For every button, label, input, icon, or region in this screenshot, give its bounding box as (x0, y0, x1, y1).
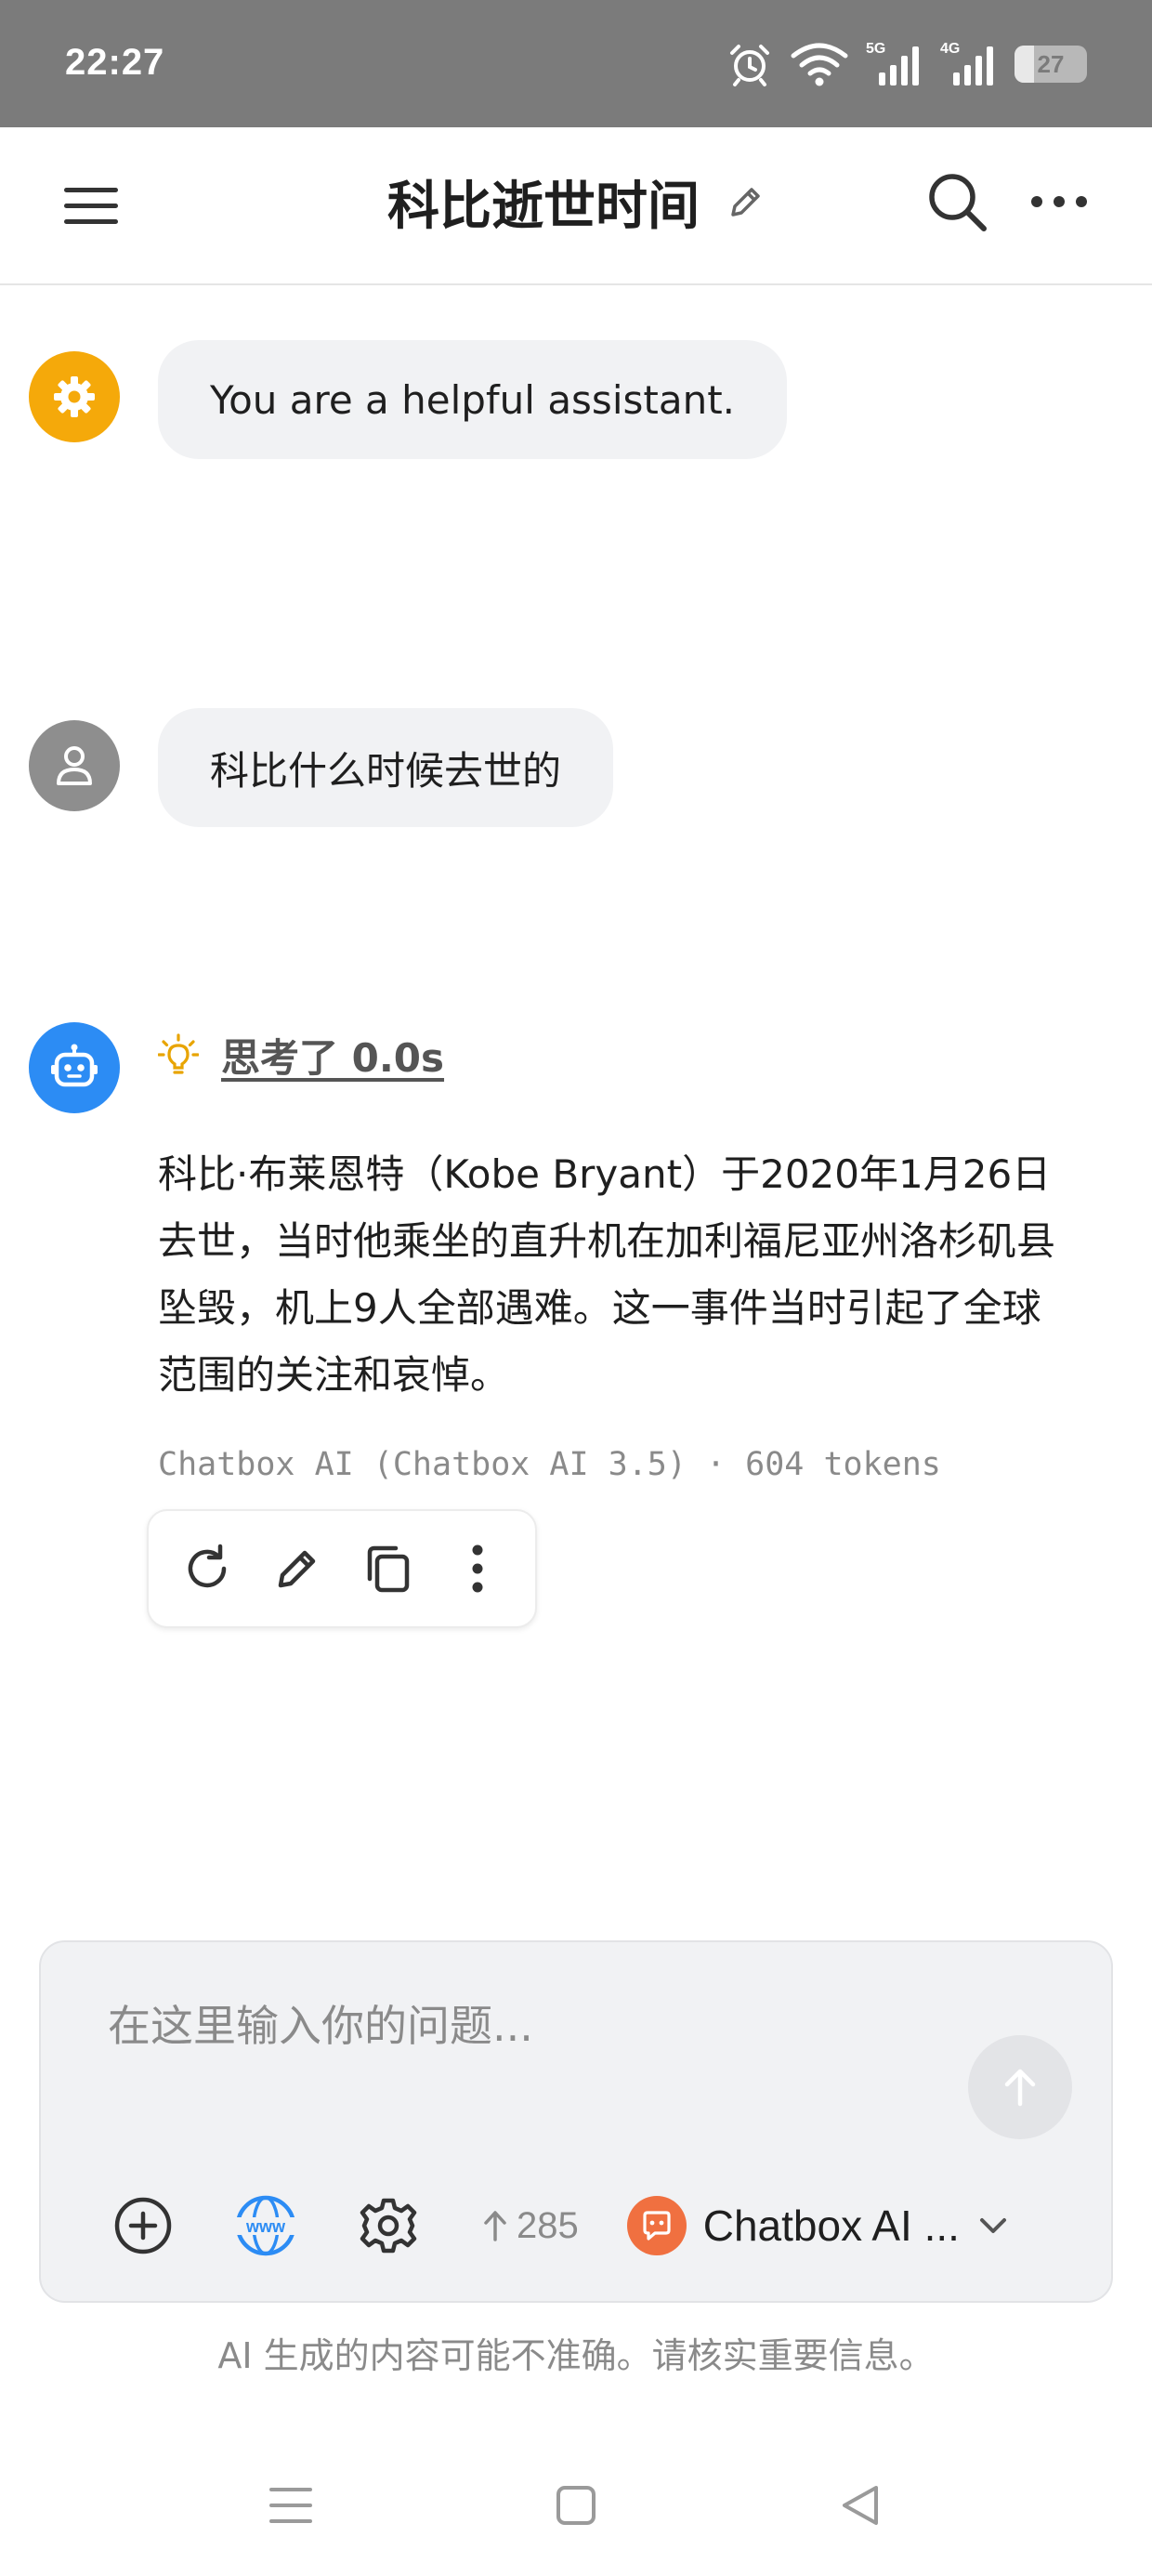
app-bar: 科比逝世时间 (0, 127, 1152, 285)
search-icon (929, 174, 987, 231)
battery-indicator: 27 (1015, 46, 1087, 83)
battery-fill (1015, 46, 1035, 83)
edit-message-button[interactable] (260, 1531, 334, 1606)
arrow-up-icon (1004, 2069, 1036, 2107)
thinking-toggle[interactable]: 思考了 0.0s (158, 1027, 444, 1084)
globe-www-icon: www (234, 2195, 297, 2256)
back-button[interactable] (823, 2468, 897, 2543)
svg-text:www: www (245, 2217, 286, 2236)
chevron-down-icon (979, 2218, 1006, 2233)
token-count: 285 (481, 2205, 579, 2247)
gear-icon (360, 2198, 417, 2254)
battery-level: 27 (1037, 49, 1065, 78)
copy-icon (367, 1545, 409, 1593)
home-icon (556, 2486, 596, 2525)
user-message-bubble: 科比什么时候去世的 (158, 708, 614, 827)
home-button[interactable] (539, 2468, 613, 2543)
wifi-icon (790, 41, 849, 87)
disclaimer: AI 生成的内容可能不准确。请核实重要信息。 (217, 2335, 935, 2376)
signal-5g-icon: 5G (866, 41, 923, 87)
gear-icon (54, 376, 95, 417)
model-icon (626, 2196, 687, 2255)
more-icon (1031, 196, 1087, 207)
send-button[interactable] (968, 2035, 1072, 2139)
robot-icon (51, 1044, 98, 1087)
message-input[interactable] (108, 1989, 944, 2063)
assistant-message-text: 科比·布莱恩特（Kobe Bryant）于2020年1月26日去世，当时他乘坐的… (158, 1151, 1056, 1398)
composer-toolbar: www 285 Chatbox AI ... (106, 2188, 1010, 2263)
status-time: 22:27 (65, 42, 165, 83)
system-message-text: You are a helpful assistant. (210, 376, 736, 423)
recents-icon (269, 2488, 312, 2523)
regenerate-button[interactable] (170, 1531, 244, 1606)
user-icon (57, 746, 92, 785)
more-vertical-icon (472, 1544, 482, 1593)
attach-button[interactable] (106, 2188, 180, 2263)
recents-button[interactable] (254, 2468, 328, 2543)
signal-4g-icon: 4G (940, 41, 998, 87)
web-search-button[interactable]: www (229, 2188, 303, 2263)
thinking-label: 思考了 0.0s (221, 1035, 445, 1081)
system-nav-bar (0, 2450, 1152, 2561)
edit-icon[interactable] (726, 183, 765, 222)
search-button[interactable] (920, 164, 994, 239)
model-selector[interactable]: Chatbox AI ... (626, 2196, 1010, 2255)
model-name: Chatbox AI ... (702, 2201, 960, 2250)
lightbulb-icon (158, 1032, 199, 1074)
page-title: 科比逝世时间 (387, 177, 700, 237)
user-avatar (29, 720, 120, 811)
edit-icon (278, 1550, 315, 1588)
token-count-value: 285 (517, 2204, 579, 2246)
more-options-button[interactable] (1022, 164, 1096, 239)
chat-bubble-icon (643, 2211, 671, 2241)
plus-circle-icon (114, 2197, 172, 2254)
status-bar: 22:27 5G 4G 27 (0, 0, 1152, 127)
user-message-text: 科比什么时候去世的 (210, 747, 562, 794)
more-actions-button[interactable] (440, 1531, 515, 1606)
message-composer: www 285 C (39, 1940, 1113, 2303)
alarm-icon (727, 41, 773, 87)
status-icons: 5G 4G 27 (727, 41, 1087, 87)
back-icon (843, 2486, 878, 2525)
system-avatar (29, 351, 120, 442)
message-actions (147, 1509, 537, 1628)
copy-button[interactable] (350, 1531, 425, 1606)
arrow-up-icon (484, 2211, 506, 2241)
assistant-avatar (29, 1022, 120, 1113)
settings-button[interactable] (351, 2188, 425, 2263)
message-meta: Chatbox AI (Chatbox AI 3.5) · 604 tokens (158, 1446, 941, 1483)
system-message-bubble: You are a helpful assistant. (158, 340, 788, 459)
refresh-icon (188, 1544, 226, 1588)
